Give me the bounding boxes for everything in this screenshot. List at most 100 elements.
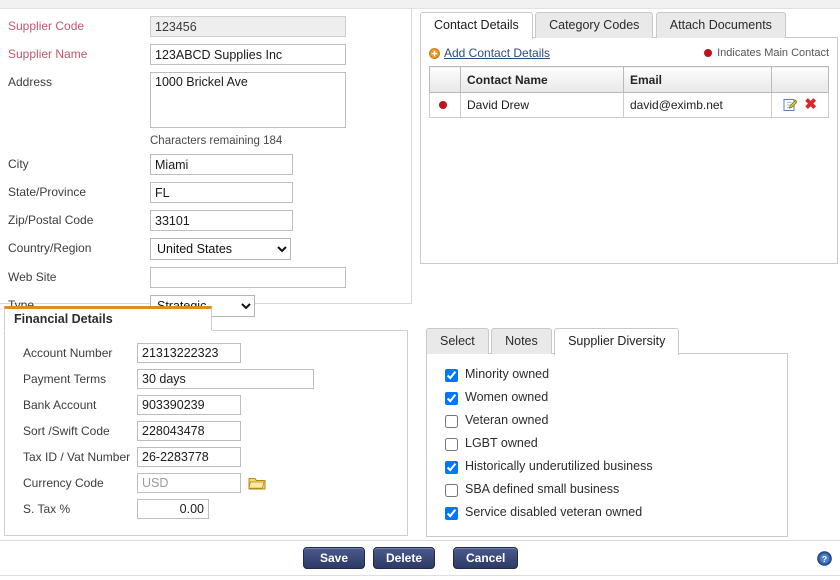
women-owned-checkbox[interactable] [445, 391, 458, 405]
edit-pencil-icon[interactable] [783, 98, 798, 112]
contacts-table: Contact Name Email David Drew david@exim… [429, 66, 829, 118]
sba-defined-small-business-checkbox[interactable] [445, 483, 458, 497]
folder-icon[interactable] [248, 475, 266, 491]
cell-main-flag [429, 92, 461, 118]
web-site-input[interactable] [150, 267, 346, 288]
financial-row-payment-terms: Payment Terms [5, 369, 407, 389]
tab-category-codes[interactable]: Category Codes [535, 12, 654, 38]
sort-swift-code-input[interactable] [137, 421, 241, 441]
diversity-row-veteran-owned: Veteran owned [443, 408, 787, 431]
financial-row-sort-swift: Sort /Swift Code [5, 421, 407, 441]
tax-id-vat-number-input[interactable] [137, 447, 241, 467]
minority-owned-label[interactable]: Minority owned [465, 367, 549, 381]
label-zip-postal-code: Zip/Postal Code [8, 213, 94, 227]
women-owned-label[interactable]: Women owned [465, 390, 548, 404]
footer-divider [0, 575, 840, 576]
main-contact-legend: Indicates Main Contact [704, 47, 829, 59]
label-s-tax-percent: S. Tax % [23, 502, 71, 516]
save-button[interactable]: Save [303, 547, 365, 569]
footer-action-bar: Save Delete Cancel ? [0, 540, 840, 580]
tab-select[interactable]: Select [426, 328, 489, 354]
tab-attach-documents[interactable]: Attach Documents [655, 12, 786, 38]
contacts-panel: Contact Details Category Codes Attach Do… [420, 12, 838, 264]
country-region-select[interactable]: United States [150, 238, 291, 260]
city-input[interactable] [150, 154, 293, 175]
zip-postal-code-input[interactable] [150, 210, 293, 231]
add-contact-details-link[interactable]: Add Contact Details [429, 46, 550, 60]
historically-underutilized-business-checkbox[interactable] [445, 460, 458, 474]
address-textarea[interactable]: 1000 Brickel Ave [150, 72, 346, 128]
financial-row-bank-account: Bank Account [5, 395, 407, 415]
historically-underutilized-business-label[interactable]: Historically underutilized business [465, 459, 653, 473]
supplier-maintenance-page: Supplier Code Supplier Name Address 1000… [0, 0, 840, 580]
service-disabled-veteran-owned-label[interactable]: Service disabled veteran owned [465, 505, 642, 519]
label-account-number: Account Number [23, 346, 113, 360]
financial-details-panel: Financial Details Account Number Payment… [4, 306, 408, 536]
col-contact-name: Contact Name [460, 66, 624, 93]
currency-code-input[interactable] [137, 473, 241, 493]
diversity-tabstrip: Select Notes Supplier Diversity [426, 328, 788, 355]
tab-contact-details[interactable]: Contact Details [420, 12, 533, 39]
veteran-owned-label[interactable]: Veteran owned [465, 413, 548, 427]
cell-email: david@eximb.net [623, 92, 772, 118]
financial-row-tax-id: Tax ID / Vat Number [5, 447, 407, 467]
label-country-region: Country/Region [8, 241, 92, 255]
field-row-address: Address 1000 Brickel Ave [0, 72, 411, 131]
label-supplier-code: Supplier Code [8, 19, 85, 33]
diversity-row-hub: Historically underutilized business [443, 454, 787, 477]
col-actions [771, 66, 829, 93]
label-address: Address [8, 75, 53, 89]
diversity-panel-body: Minority owned Women owned Veteran owned… [426, 354, 788, 537]
svg-text:?: ? [822, 554, 827, 564]
veteran-owned-checkbox[interactable] [445, 414, 458, 428]
financial-details-tabstrip: Financial Details [4, 306, 408, 331]
main-contact-dot-icon [438, 101, 447, 109]
s-tax-percent-input[interactable] [137, 499, 209, 519]
label-state-province: State/Province [8, 185, 87, 199]
state-province-input[interactable] [150, 182, 293, 203]
financial-row-currency-code: Currency Code [5, 473, 407, 493]
supplier-code-input[interactable] [150, 16, 346, 37]
payment-terms-input[interactable] [137, 369, 314, 389]
label-city: City [8, 157, 29, 171]
lgbt-owned-label[interactable]: LGBT owned [465, 436, 538, 450]
supplier-general-form: Supplier Code Supplier Name Address 1000… [0, 9, 412, 341]
delete-button[interactable]: Delete [373, 547, 436, 569]
tab-supplier-diversity[interactable]: Supplier Diversity [554, 328, 680, 355]
main-contact-dot-icon [704, 49, 713, 57]
contacts-panel-body: Add Contact Details Indicates Main Conta… [420, 38, 838, 264]
minority-owned-checkbox[interactable] [445, 368, 458, 382]
cell-actions: ✖ [771, 92, 829, 118]
field-row-country: Country/Region United States [0, 238, 411, 260]
field-row-zip: Zip/Postal Code [0, 210, 411, 231]
tab-financial-details[interactable]: Financial Details [4, 306, 212, 331]
main-contact-legend-label: Indicates Main Contact [717, 47, 829, 59]
sba-defined-small-business-label[interactable]: SBA defined small business [465, 482, 619, 496]
tab-notes[interactable]: Notes [491, 328, 552, 354]
field-row-supplier-name: Supplier Name [0, 44, 411, 65]
label-bank-account: Bank Account [23, 398, 97, 412]
help-question-icon[interactable]: ? [817, 551, 832, 566]
account-number-input[interactable] [137, 343, 241, 363]
contacts-tabstrip: Contact Details Category Codes Attach Do… [420, 12, 838, 39]
service-disabled-veteran-owned-checkbox[interactable] [445, 506, 458, 520]
field-row-state: State/Province [0, 182, 411, 203]
supplier-name-input[interactable] [150, 44, 346, 65]
contacts-action-bar: Add Contact Details Indicates Main Conta… [429, 44, 829, 62]
financial-row-s-tax-pct: S. Tax % [5, 499, 407, 519]
field-row-city: City [0, 154, 411, 175]
cancel-button[interactable]: Cancel [453, 547, 519, 569]
label-tax-id-vat-number: Tax ID / Vat Number [23, 450, 131, 464]
table-row[interactable]: David Drew david@eximb.net ✖ [429, 92, 829, 118]
add-contact-details-label: Add Contact Details [444, 46, 551, 60]
financial-details-body: Account Number Payment Terms Bank Accoun… [4, 331, 408, 536]
label-sort-swift-code: Sort /Swift Code [23, 424, 110, 438]
field-row-website: Web Site [0, 267, 411, 288]
bank-account-input[interactable] [137, 395, 241, 415]
diversity-row-minority-owned: Minority owned [443, 362, 787, 385]
lgbt-owned-checkbox[interactable] [445, 437, 458, 451]
label-currency-code: Currency Code [23, 476, 104, 490]
col-main-flag [429, 66, 461, 93]
plus-circle-icon [429, 47, 440, 59]
delete-x-icon[interactable]: ✖ [804, 97, 817, 112]
